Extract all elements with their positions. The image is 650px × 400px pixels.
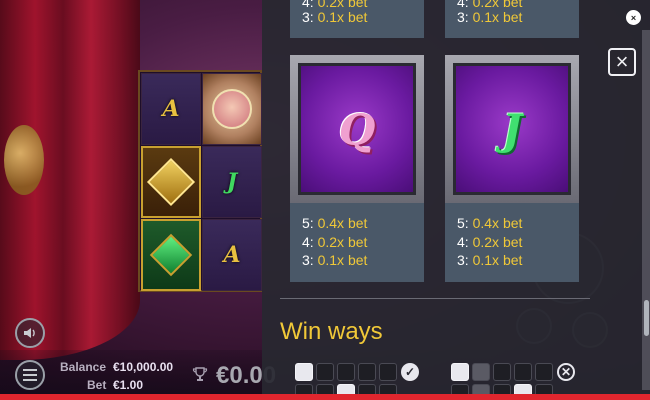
balance-value: €10,000.00 [113, 360, 174, 374]
symbol-tile: J [453, 63, 571, 195]
pay-line: 3: 0.1x bet [302, 252, 368, 268]
reel-symbol-letter: A [162, 96, 180, 122]
reel-symbol-green-gem [141, 219, 201, 291]
pay-line: 5: 0.4x bet [457, 215, 523, 231]
scrollbar-thumb[interactable] [644, 300, 649, 336]
way-cell [316, 363, 334, 381]
pay-line: 3: 0.1x bet [457, 252, 523, 268]
pig-character-icon [212, 89, 252, 129]
way-cell [295, 363, 313, 381]
speaker-icon [24, 328, 35, 338]
hamburger-icon [23, 369, 37, 381]
reel-symbol-j: J [202, 146, 262, 218]
way-cell [472, 363, 490, 381]
paytable-card-partial: 4: 0.2x bet 3: 0.1x bet [290, 0, 424, 38]
symbol-q-icon: Q [338, 104, 376, 154]
gold-gem-icon [146, 157, 196, 207]
way-cell [451, 363, 469, 381]
bottom-accent-strip [0, 394, 650, 400]
check-icon: ✓ [401, 363, 419, 381]
close-paytable-button[interactable]: × [608, 48, 636, 76]
pay-line: 4: 0.2x bet [457, 234, 523, 250]
paytable-card-j: J 5: 0.4x bet 4: 0.2x bet 3: 0.1x bet [445, 55, 579, 282]
pay-line: 4: 0.2x bet [302, 234, 368, 250]
paytable-card-q: Q 5: 0.4x bet 4: 0.2x bet 3: 0.1x bet [290, 55, 424, 282]
way-cell [358, 363, 376, 381]
balance-label: Balance [60, 360, 107, 374]
reel-symbol-a: A [202, 219, 262, 291]
reel-symbol-gold-gem [141, 146, 201, 218]
symbol-frame: J [445, 55, 579, 203]
way-cell [535, 363, 553, 381]
trophy-icon [192, 366, 208, 387]
reel-symbol-a: A [141, 73, 201, 145]
reel-symbol-letter: J [226, 169, 238, 195]
bet-label: Bet [87, 378, 107, 392]
way-cell [337, 363, 355, 381]
way-cell [514, 363, 532, 381]
symbol-frame: Q [290, 55, 424, 203]
curtain-tassel [4, 125, 44, 195]
close-icon[interactable]: × [626, 10, 641, 25]
pay-line: 3: 0.1x bet [302, 9, 368, 25]
pay-line: 5: 0.4x bet [302, 215, 368, 231]
reel-area: A J A [138, 70, 262, 292]
symbol-tile: Q [298, 63, 416, 195]
green-gem-icon [149, 233, 193, 277]
way-cell [379, 363, 397, 381]
way-cell [493, 363, 511, 381]
win-ways-heading: Win ways [280, 318, 383, 345]
paytable-card-partial: 4: 0.2x bet 3: 0.1x bet [445, 0, 579, 38]
sound-button[interactable] [15, 318, 45, 348]
reel-symbol-letter: A [223, 242, 241, 268]
scrollbar[interactable] [642, 30, 650, 390]
section-divider [280, 298, 590, 299]
pay-line: 3: 0.1x bet [457, 9, 523, 25]
symbol-j-icon: J [502, 104, 522, 154]
reel-symbol-pig [202, 73, 262, 145]
bet-value: €1.00 [113, 378, 144, 392]
cross-icon: ✕ [557, 363, 575, 381]
menu-button[interactable] [15, 360, 45, 390]
